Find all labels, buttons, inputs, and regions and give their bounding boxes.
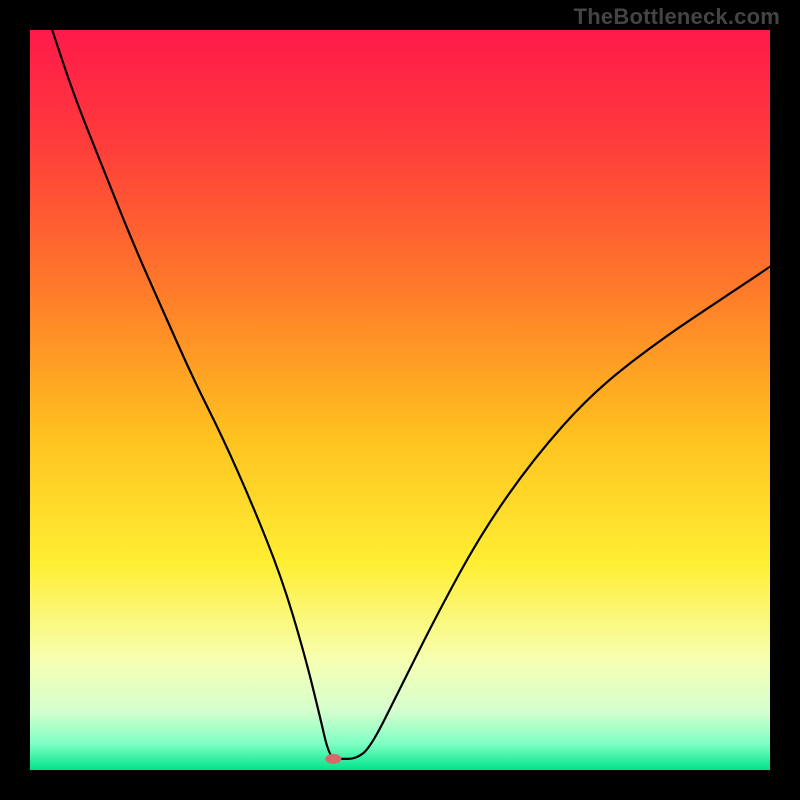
plot-area: [30, 30, 770, 770]
watermark-text: TheBottleneck.com: [574, 4, 780, 30]
chart-svg: [30, 30, 770, 770]
optimum-marker: [325, 754, 341, 764]
chart-frame: TheBottleneck.com: [0, 0, 800, 800]
gradient-background: [30, 30, 770, 770]
